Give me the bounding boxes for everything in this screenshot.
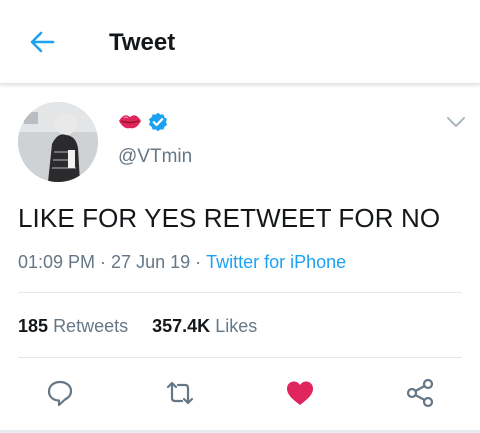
share-icon[interactable] (404, 377, 436, 409)
tweet-time: 01:09 PM (18, 252, 96, 272)
reply-icon[interactable] (44, 377, 76, 409)
kiss-mark-icon (119, 115, 141, 129)
likes-stat[interactable]: 357.4K Likes (152, 316, 257, 336)
tweet-text: LIKE FOR YES RETWEET FOR NO (18, 203, 441, 233)
chevron-down-icon[interactable] (446, 115, 466, 129)
likes-label: Likes (215, 316, 258, 336)
tweet-source-link[interactable]: Twitter for iPhone (206, 252, 346, 272)
like-icon[interactable] (284, 377, 316, 409)
page-title: Tweet (109, 29, 176, 56)
retweets-stat[interactable]: 185 Retweets (18, 316, 128, 336)
tweet-meta: 01:09 PM · 27 Jun 19 · Twitter for iPhone (18, 252, 346, 273)
tweet-date: 27 Jun 19 (111, 252, 191, 272)
meta-separator: · (195, 252, 202, 272)
meta-separator: · (100, 252, 107, 272)
retweet-icon[interactable] (164, 377, 196, 409)
divider (18, 357, 462, 358)
retweets-label: Retweets (53, 316, 129, 336)
tweet-stats: 185 Retweets 357.4K Likes (18, 316, 257, 337)
divider (18, 292, 462, 293)
arrow-left-icon[interactable] (28, 28, 56, 56)
retweets-count: 185 (18, 316, 49, 336)
avatar[interactable] (18, 102, 98, 182)
top-bar: Tweet (0, 0, 480, 84)
likes-count: 357.4K (152, 316, 211, 336)
user-handle[interactable]: @VTmin (118, 146, 192, 168)
verified-badge-icon (149, 112, 167, 132)
